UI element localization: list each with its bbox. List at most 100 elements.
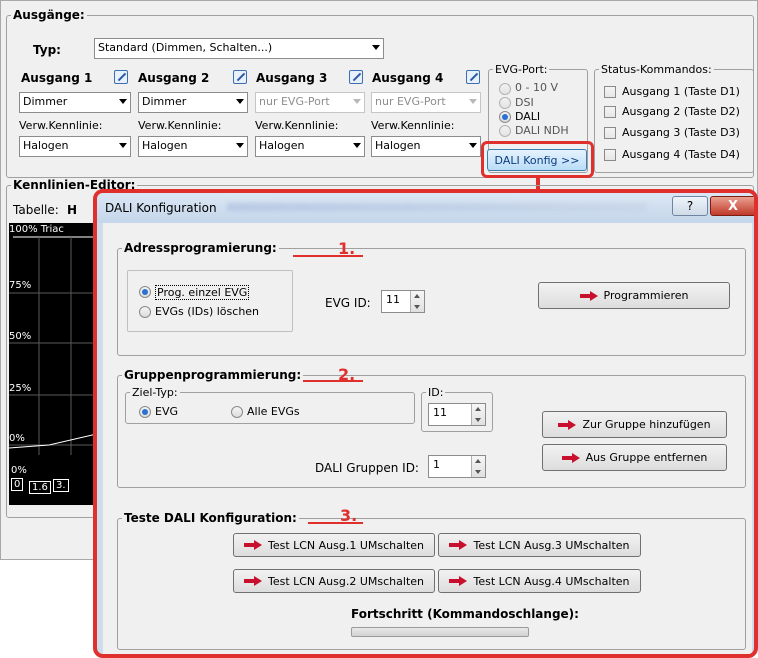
typ-select[interactable]: Standard (Dimmen, Schalten...) — [94, 38, 384, 59]
red-arrow-icon — [561, 452, 580, 463]
edit-icon[interactable] — [114, 70, 128, 84]
adress-legend: Adressprogramierung: — [124, 241, 277, 255]
ausgang-2-kennlinie-select[interactable]: Halogen — [138, 136, 248, 157]
fortschritt-progressbar — [351, 627, 529, 637]
ausgang-3-kennlinie: Halogen — [259, 139, 305, 152]
typ-label: Typ: — [33, 43, 61, 57]
status-ausgang-3-label: Ausgang 3 (Taste D3) — [622, 126, 740, 139]
gruppen-id-spinner[interactable]: 1 — [428, 455, 486, 478]
evg-port-0-10v-radio[interactable] — [499, 83, 511, 95]
ausgang-4-mode-select[interactable]: nur EVG-Port — [371, 92, 481, 113]
ausgang-1-title: Ausgang 1 — [21, 71, 93, 85]
test-ausg2-button[interactable]: Test LCN Ausg.2 UMschalten — [233, 569, 435, 593]
status-ausgang-1-checkbox[interactable] — [604, 86, 616, 98]
fortschritt-label: Fortschritt (Kommandoschlange): — [351, 607, 579, 621]
test-ausg4-label: Test LCN Ausg.4 UMschalten — [473, 574, 630, 588]
ausgang-1-kennlinie-label: Verw.Kennlinie: — [19, 119, 103, 132]
gruppen-id-value: 1 — [433, 458, 440, 471]
id-spinner[interactable]: 11 — [428, 403, 486, 426]
ausgang-3-kennlinie-select[interactable]: Halogen — [255, 136, 365, 157]
ziel-alle-evgs-label: Alle EVGs — [247, 405, 300, 418]
id-legend: ID: — [428, 386, 444, 399]
dali-dialog: DALI Konfiguration ? X Adressprogramieru… — [93, 189, 758, 658]
zur-gruppe-label: Zur Gruppe hinzufügen — [582, 418, 711, 431]
ausgang-4-kennlinie-select[interactable]: Halogen — [371, 136, 481, 157]
status-ausgang-2-label: Ausgang 2 (Taste D2) — [622, 105, 740, 118]
dali-konfig-button[interactable]: DALI Konfig >> — [487, 149, 587, 171]
status-ausgang-2-checkbox[interactable] — [604, 106, 616, 118]
tabelle-value: H — [67, 203, 78, 217]
graph-label-50: 50% — [9, 331, 32, 342]
kennlinie-graph: 100% Triac 75% 50% 25% 0% 0% 0 1.6 3. — [9, 223, 101, 505]
graph-grid — [9, 236, 101, 455]
test-ausg3-button[interactable]: Test LCN Ausg.3 UMschalten — [438, 533, 641, 557]
evg-port-dsi-label: DSI — [515, 96, 534, 109]
teste-legend: Teste DALI Konfiguration: — [124, 511, 297, 525]
graph-label-0: 0% — [9, 433, 25, 444]
step-1-underline — [293, 255, 363, 257]
evg-port-dali-ndh-label: DALI NDH — [515, 124, 569, 137]
red-arrow-icon — [449, 540, 468, 550]
evg-id-value: 11 — [386, 293, 400, 306]
prog-einzel-evg-radio[interactable] — [139, 286, 151, 298]
tabelle-label: Tabelle: — [13, 203, 59, 217]
ausgang-4-kennlinie-label: Verw.Kennlinie: — [371, 119, 455, 132]
evg-id-spinner[interactable]: 11 — [381, 290, 425, 313]
evg-port-dali-label: DALI — [515, 110, 541, 123]
edit-icon[interactable] — [233, 70, 247, 84]
zur-gruppe-hinzufuegen-button[interactable]: Zur Gruppe hinzufügen — [542, 411, 727, 438]
ausgang-1-kennlinie-select[interactable]: Halogen — [19, 136, 131, 157]
ausgang-2-mode-select[interactable]: Dimmer — [138, 92, 248, 113]
ausgang-3-kennlinie-label: Verw.Kennlinie: — [255, 119, 339, 132]
evg-port-dsi-radio[interactable] — [499, 97, 511, 109]
close-button[interactable]: X — [710, 196, 754, 216]
evg-port-dali-ndh-radio[interactable] — [499, 125, 511, 137]
ziel-typ-legend: Ziel-Typ: — [132, 386, 178, 399]
evg-port-legend: EVG-Port: — [495, 63, 548, 76]
dialog-body: Adressprogramierung: 1. Prog. einzel EVG… — [103, 223, 752, 654]
dialog-title: DALI Konfiguration — [105, 201, 217, 215]
red-arrow-icon — [558, 419, 577, 430]
spinner-arrows-icon[interactable] — [410, 291, 424, 312]
status-ausgang-3-checkbox[interactable] — [604, 127, 616, 139]
red-arrow-icon — [243, 540, 262, 550]
red-arrow-icon — [579, 290, 598, 301]
blurred-title-bar — [227, 203, 647, 211]
evg-port-dali-radio[interactable] — [499, 111, 511, 123]
evgs-loeschen-label: EVGs (IDs) löschen — [155, 305, 260, 318]
help-button[interactable]: ? — [672, 196, 708, 216]
programmieren-button[interactable]: Programmieren — [538, 282, 730, 309]
status-ausgang-4-checkbox[interactable] — [604, 149, 616, 161]
test-ausg1-button[interactable]: Test LCN Ausg.1 UMschalten — [233, 533, 435, 557]
ausgang-4-mode: nur EVG-Port — [375, 95, 446, 108]
red-arrow-icon — [243, 576, 262, 586]
graph-label-25: 25% — [9, 383, 32, 394]
prog-einzel-evg-label: Prog. einzel EVG — [155, 285, 250, 300]
ausgang-3-mode-select[interactable]: nur EVG-Port — [255, 92, 365, 113]
id-value: 11 — [433, 406, 447, 419]
graph-label-top: 100% Triac — [9, 224, 64, 235]
ausgang-3-mode: nur EVG-Port — [259, 95, 330, 108]
status-ausgang-1-label: Ausgang 1 (Taste D1) — [622, 85, 740, 98]
test-ausg4-button[interactable]: Test LCN Ausg.4 UMschalten — [438, 569, 641, 593]
ausgang-2-kennlinie-label: Verw.Kennlinie: — [138, 119, 222, 132]
edit-icon[interactable] — [349, 70, 363, 84]
spinner-arrows-icon[interactable] — [471, 404, 485, 425]
test-ausg3-label: Test LCN Ausg.3 UMschalten — [473, 538, 630, 552]
ausgang-1-mode-select[interactable]: Dimmer — [19, 92, 131, 113]
ausgang-2-kennlinie: Halogen — [142, 139, 188, 152]
graph-x-1: 1.6 — [29, 481, 51, 494]
graph-x-0: 0 — [11, 478, 24, 491]
ausgaenge-legend: Ausgänge: — [13, 8, 85, 22]
aus-gruppe-entfernen-button[interactable]: Aus Gruppe entfernen — [542, 444, 727, 471]
adress-mode-box — [127, 270, 293, 332]
ziel-evg-radio[interactable] — [139, 406, 151, 418]
graph-x-2: 3. — [53, 479, 69, 492]
edit-icon[interactable] — [466, 70, 480, 84]
ausgang-1-mode: Dimmer — [23, 95, 68, 108]
evgs-loeschen-radio[interactable] — [139, 306, 151, 318]
ziel-alle-evgs-radio[interactable] — [231, 406, 243, 418]
spinner-arrows-icon[interactable] — [471, 456, 485, 477]
typ-value: Standard (Dimmen, Schalten...) — [98, 41, 273, 54]
evg-id-label: EVG ID: — [325, 296, 371, 310]
